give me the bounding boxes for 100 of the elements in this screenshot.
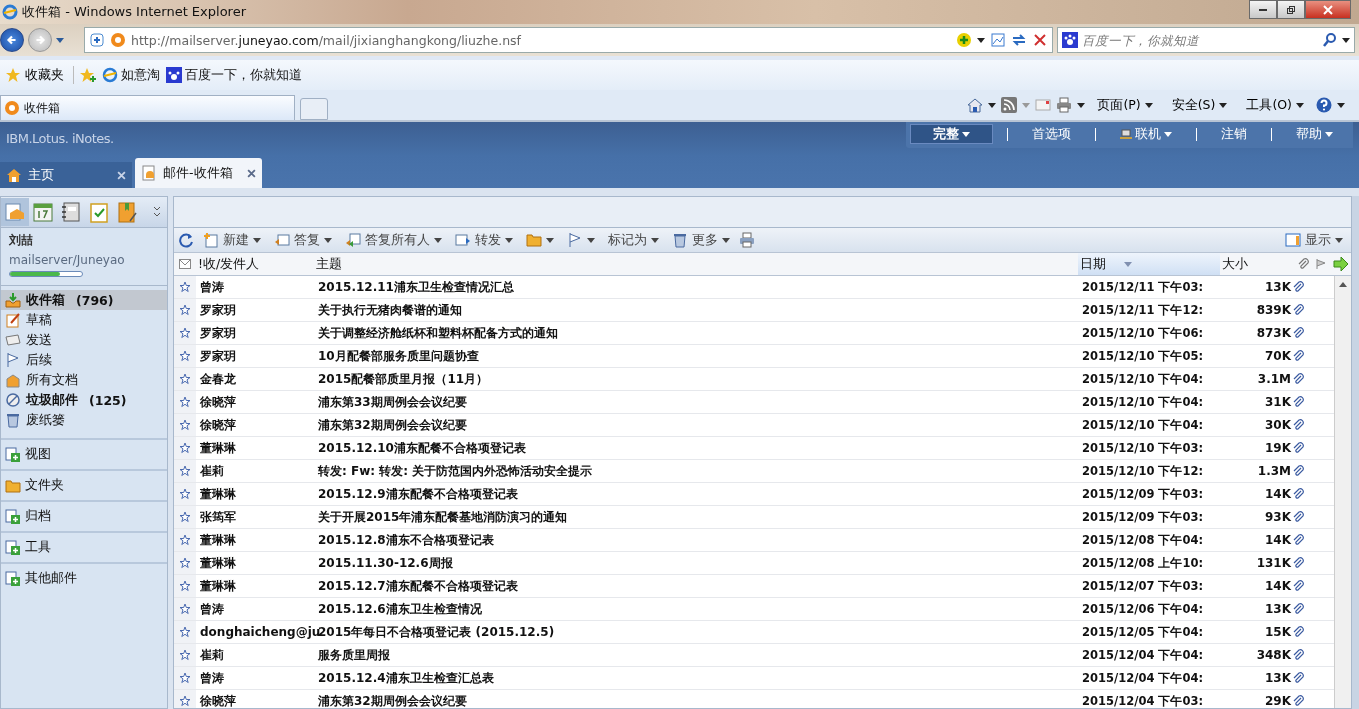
more-button[interactable]: 更多 — [668, 231, 734, 249]
printer-icon[interactable] — [1056, 97, 1073, 113]
refresh-icon[interactable] — [1011, 32, 1027, 48]
minimize-button[interactable] — [1249, 0, 1277, 19]
restore-button[interactable] — [1277, 0, 1305, 19]
folder-item[interactable]: 草稿 — [1, 310, 167, 330]
stop-icon[interactable] — [1032, 32, 1048, 48]
mail-icon[interactable] — [1035, 97, 1052, 113]
sender-cell-text: 徐晓萍 — [199, 394, 236, 410]
folder-item[interactable]: 收件箱 (796) — [1, 290, 167, 310]
refresh-icon[interactable] — [178, 232, 194, 248]
star-icon[interactable] — [179, 304, 191, 316]
star-icon[interactable] — [179, 465, 191, 477]
command-menu[interactable]: 页面(P) — [1094, 94, 1156, 116]
app-tab[interactable]: 主页 — [0, 162, 132, 188]
close-icon[interactable] — [247, 168, 256, 178]
star-icon[interactable] — [179, 373, 191, 385]
star-icon[interactable] — [179, 534, 191, 546]
star-icon[interactable] — [179, 695, 191, 707]
folder-item[interactable]: 后续 — [1, 350, 167, 370]
app-nav-item[interactable]: 首选项 — [1022, 124, 1081, 144]
scrollbar[interactable] — [1334, 276, 1351, 708]
site-icon — [4, 100, 20, 116]
sidebar-section[interactable]: 其他邮件 — [1, 562, 167, 593]
column-header[interactable]: !收/发件人 — [196, 253, 314, 275]
arrow-right-icon[interactable] — [1333, 256, 1349, 272]
paw-icon — [166, 67, 182, 83]
star-icon[interactable] — [179, 626, 191, 638]
column-header[interactable]: 日期 — [1078, 253, 1220, 275]
envelope-icon — [179, 258, 191, 270]
home-icon[interactable] — [967, 97, 984, 113]
star-icon[interactable] — [179, 511, 191, 523]
sender-cell-text: 曾涛 — [199, 601, 224, 617]
date-cell-text: 2015/12/10 下午04: — [1081, 417, 1204, 433]
star-icon[interactable] — [179, 649, 191, 661]
mark-as-button[interactable]: 标记为 — [604, 231, 663, 249]
back-button[interactable] — [0, 28, 24, 52]
star-icon[interactable] — [179, 396, 191, 408]
plus-icon[interactable] — [956, 32, 972, 48]
caret-icon[interactable] — [977, 37, 985, 43]
folder-item[interactable]: 废纸篓 — [1, 410, 167, 430]
star-icon[interactable] — [179, 557, 191, 569]
star-icon[interactable] — [179, 442, 191, 454]
folder-item[interactable]: 所有文档 — [1, 370, 167, 390]
sidebar-section[interactable]: 归档 — [1, 500, 167, 531]
expand-icon[interactable] — [151, 206, 163, 218]
app-nav-item[interactable]: 联机 — [1110, 124, 1182, 144]
column-header[interactable]: 主题 — [314, 253, 1078, 275]
star-icon[interactable] — [179, 603, 191, 615]
column-header[interactable]: 大小 — [1222, 255, 1248, 273]
favorite-link[interactable]: 百度一下，你就知道 — [166, 66, 302, 84]
close-button[interactable] — [1305, 0, 1351, 19]
browser-tab[interactable]: 收件箱 — [0, 95, 295, 120]
add-favorite-icon[interactable] — [80, 67, 96, 83]
reply-button[interactable]: 答复 — [270, 231, 336, 249]
star-icon[interactable] — [179, 488, 191, 500]
command-menu[interactable]: 安全(S) — [1168, 94, 1231, 116]
subject-cell-text: 浦东第32期周例会会议纪要 — [317, 417, 467, 433]
app-nav-item[interactable]: 注销 — [1211, 124, 1257, 144]
forward-button[interactable]: 转发 — [451, 231, 517, 249]
caret-icon[interactable] — [1342, 37, 1350, 43]
help-icon[interactable] — [1316, 97, 1332, 113]
document-plus-icon — [5, 539, 21, 556]
sidebar-section[interactable]: 视图 — [1, 438, 167, 469]
folder-item[interactable]: 垃圾邮件 (125) — [1, 390, 167, 410]
folder-item[interactable]: 发送 — [1, 330, 167, 350]
sender-cell-text: 曾涛 — [199, 670, 224, 686]
app-tab[interactable]: 邮件-收件箱 — [135, 158, 262, 188]
compatibility-icon[interactable] — [990, 32, 1006, 48]
caret-icon — [722, 237, 730, 243]
display-button[interactable]: 显示 — [1281, 231, 1347, 249]
star-icon[interactable] — [179, 281, 191, 293]
search-box[interactable]: 百度一下，你就知道 — [1057, 27, 1355, 53]
scroll-up-icon[interactable] — [1339, 282, 1347, 287]
paperclip-icon — [1292, 557, 1304, 569]
star-icon[interactable] — [179, 327, 191, 339]
close-icon — [1323, 4, 1333, 15]
star-icon[interactable] — [179, 419, 191, 431]
sidebar-section[interactable]: 工具 — [1, 531, 167, 562]
app-nav-item[interactable]: 帮助 — [1286, 124, 1343, 144]
command-menu[interactable]: 工具(O) — [1243, 94, 1307, 116]
star-icon[interactable] — [179, 350, 191, 362]
search-icon[interactable] — [1322, 32, 1338, 48]
app-nav-item[interactable]: 完整 — [910, 124, 993, 144]
star-icon[interactable] — [179, 580, 191, 592]
star-icon[interactable] — [179, 672, 191, 684]
sidebar-section[interactable]: 文件夹 — [1, 469, 167, 500]
caret-icon[interactable] — [988, 102, 997, 108]
printer-icon[interactable] — [739, 232, 755, 248]
favorites-button[interactable]: 收藏夹 — [2, 64, 67, 86]
feed-icon[interactable] — [1001, 97, 1018, 113]
reply-all-button[interactable]: 答复所有人 — [341, 231, 446, 249]
caret-icon — [253, 237, 261, 243]
caret-icon[interactable] — [1077, 102, 1086, 108]
new-button[interactable]: 新建 — [199, 231, 265, 249]
size-cell: 13K — [1265, 280, 1291, 294]
favorite-link[interactable]: 如意淘 — [102, 66, 160, 84]
folder-item-icon — [5, 332, 21, 348]
address-field[interactable]: http://mailserver.juneyao.com/mail/jixianghangkong/liuzhe.nsf — [84, 27, 1053, 53]
caret-icon[interactable] — [1337, 102, 1345, 108]
